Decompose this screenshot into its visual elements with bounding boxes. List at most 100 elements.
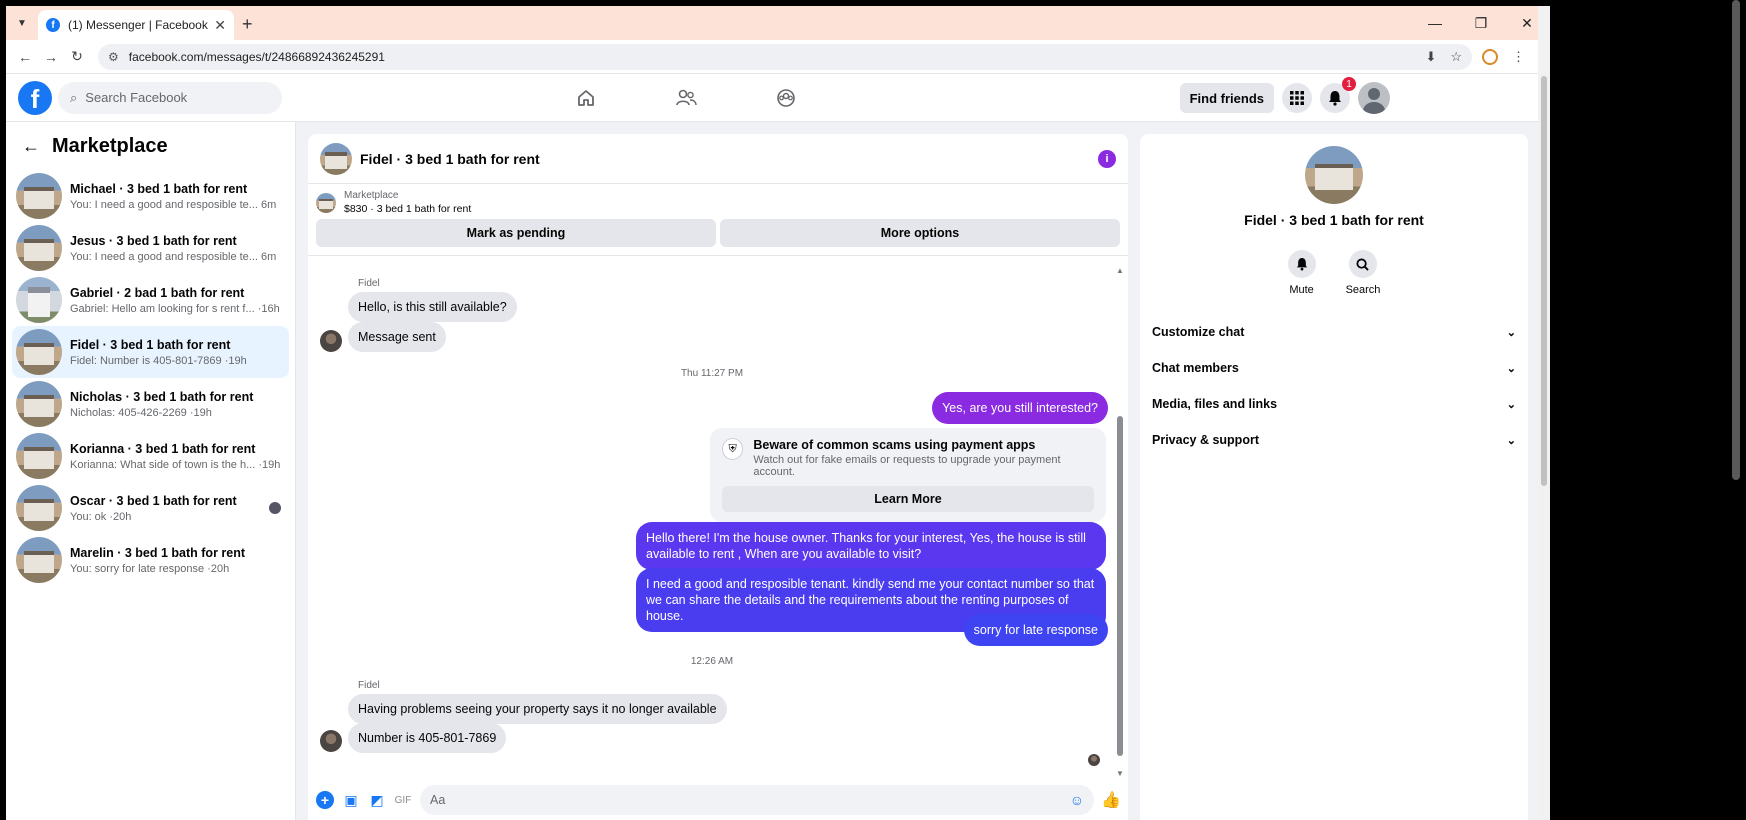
listing-thumbnail [16,537,62,583]
site-info-icon[interactable]: ⚙ [108,50,119,64]
menu-grid-icon[interactable] [1282,83,1312,113]
browser-menu-icon[interactable]: ⋮ [1512,49,1525,65]
groups-icon[interactable] [772,84,800,112]
conversation-preview: Korianna: What side of town is the h... … [70,458,281,471]
scroll-up-icon[interactable]: ▲ [1116,266,1124,275]
friends-icon[interactable] [672,84,700,112]
message-scrollbar[interactable]: ▲ ▼ [1116,266,1124,778]
browser-window: ▼ f (1) Messenger | Facebook ✕ + — ❐ ✕ ←… [6,6,1550,820]
sender-avatar[interactable] [320,330,342,352]
facebook-favicon-icon: f [46,18,60,32]
browser-profile-icon[interactable] [1482,48,1498,65]
conversation-item[interactable]: Jesus · 3 bed 1 bath for rent You: I need… [12,222,289,274]
address-bar[interactable]: ⚙ facebook.com/messages/t/24866892436245… [98,43,1472,70]
chevron-down-icon: ⌄ [1506,398,1516,411]
conversation-item[interactable]: Gabriel · 2 bad 1 bath for rent Gabriel: … [12,274,289,326]
conversation-name: Marelin · 3 bed 1 bath for rent [70,545,246,560]
listing-thumbnail[interactable] [316,192,336,213]
chat-members-section[interactable]: Chat members ⌄ [1152,350,1516,386]
close-tab-icon[interactable]: ✕ [214,17,226,34]
section-label: Privacy & support [1152,433,1259,447]
incoming-message[interactable]: Number is 405-801-7869 [348,723,507,753]
details-name: Fidel · 3 bed 1 bath for rent [1244,212,1424,228]
thumbs-up-icon[interactable]: 👍 [1101,791,1121,809]
mark-as-pending-button[interactable]: Mark as pending [316,219,716,247]
outgoing-message[interactable]: Yes, are you still interested? [932,392,1108,424]
seen-avatar-icon [269,502,281,514]
conversation-item[interactable]: Oscar · 3 bed 1 bath for rent You: ok ·20… [12,482,289,534]
conversation-preview: You: sorry for late response ·20h [70,562,230,575]
incoming-message[interactable]: Having problems seeing your property say… [348,694,727,724]
incoming-message[interactable]: Hello, is this still available? [348,292,517,322]
account-avatar[interactable] [1358,82,1390,114]
conversation-item[interactable]: Marelin · 3 bed 1 bath for rent You: sorr… [12,534,289,586]
conversation-item[interactable]: Korianna · 3 bed 1 bath for rent Korianna… [12,430,289,482]
conversation-item[interactable]: Michael · 3 bed 1 bath for rent You: I ne… [12,170,289,222]
forward-icon[interactable]: → [38,49,64,65]
timestamp: Thu 11:27 PM [680,368,744,379]
media-files-links-section[interactable]: Media, files and links ⌄ [1152,386,1516,422]
customize-chat-section[interactable]: Customize chat ⌄ [1152,314,1516,350]
facebook-search-input[interactable]: ⌕ Search Facebook [58,81,282,114]
sticker-icon[interactable]: ◩ [368,791,386,809]
notifications-bell-icon[interactable]: 1 [1320,77,1356,113]
info-icon[interactable]: i [1098,149,1116,168]
outgoing-message[interactable]: Hello there! I'm the house owner. Thanks… [636,522,1106,570]
minimize-icon[interactable]: — [1412,6,1458,40]
search-placeholder: Search Facebook [85,90,188,105]
mute-label: Mute [1289,284,1314,296]
add-attachment-icon[interactable]: + [316,791,334,809]
privacy-support-section[interactable]: Privacy & support ⌄ [1152,422,1516,458]
outgoing-message[interactable]: sorry for late response [963,614,1108,646]
read-receipt-avatar [1088,754,1100,766]
tab-search-dropdown-icon[interactable]: ▼ [10,11,34,35]
emoji-icon[interactable]: ☺ [1070,792,1084,808]
facebook-logo-icon[interactable]: f [18,80,52,115]
page-scrollbar[interactable] [1538,6,1550,820]
conversation-item-active[interactable]: Fidel · 3 bed 1 bath for rent Fidel: Numb… [12,326,289,378]
url-text[interactable]: facebook.com/messages/t/2486689243624529… [129,50,1412,64]
home-icon[interactable] [572,84,600,112]
bookmark-star-icon[interactable]: ☆ [1450,49,1462,65]
back-arrow-icon[interactable]: ← [22,136,40,157]
more-options-button[interactable]: More options [720,219,1120,247]
learn-more-button[interactable]: Learn More [722,486,1094,512]
scroll-thumb[interactable] [1117,416,1123,756]
photo-icon[interactable]: ▣ [342,791,360,809]
conversation-preview: Gabriel: Hello am looking for s rent f..… [70,302,280,315]
message-placeholder: Aa [430,793,446,807]
listing-price[interactable]: $830 · 3 bed 1 bath for rent [344,203,471,215]
window-controls: — ❐ ✕ [1412,6,1550,40]
sidebar-title: Marketplace [52,134,168,157]
listing-thumbnail [16,329,62,375]
incoming-message[interactable]: Message sent [348,322,446,352]
message-input[interactable]: Aa ☺ [420,785,1094,815]
find-friends-button[interactable]: Find friends [1179,83,1274,113]
mute-button[interactable]: Mute [1287,250,1316,296]
details-avatar[interactable] [1305,146,1363,204]
sender-avatar[interactable] [320,730,342,752]
reload-icon[interactable]: ↻ [64,48,90,65]
page-scroll-thumb[interactable] [1541,76,1547,486]
conversation-name: Michael · 3 bed 1 bath for rent [70,181,248,196]
conversation-name: Nicholas · 3 bed 1 bath for rent [70,389,254,404]
conversation-preview: You: I need a good and resposible te... … [70,198,277,211]
chat-title[interactable]: Fidel · 3 bed 1 bath for rent [360,151,1098,167]
restore-icon[interactable]: ❐ [1458,6,1504,40]
scroll-down-icon[interactable]: ▼ [1116,769,1124,778]
new-tab-icon[interactable]: + [242,14,253,35]
scam-warning-card: ⛨ Beware of common scams using payment a… [710,428,1106,522]
conversation-name: Fidel · 3 bed 1 bath for rent [70,337,231,352]
conversation-sidebar: ← Marketplace Michael · 3 bed 1 bath for… [6,122,296,820]
shield-icon: ⛨ [722,438,744,460]
outer-scrollbar[interactable] [1732,0,1740,480]
search-conversation-button[interactable]: Search [1346,250,1380,296]
conversation-item[interactable]: Nicholas · 3 bed 1 bath for rent Nicholas… [12,378,289,430]
timestamp: 12:26 AM [690,656,734,667]
gif-icon[interactable]: GIF [394,791,412,809]
chat-avatar[interactable] [320,142,352,175]
browser-tab[interactable]: f (1) Messenger | Facebook ✕ [38,10,234,40]
back-icon[interactable]: ← [12,49,38,65]
install-app-icon[interactable]: ⬇ [1425,49,1436,65]
conversation-name: Gabriel · 2 bad 1 bath for rent [70,285,245,300]
